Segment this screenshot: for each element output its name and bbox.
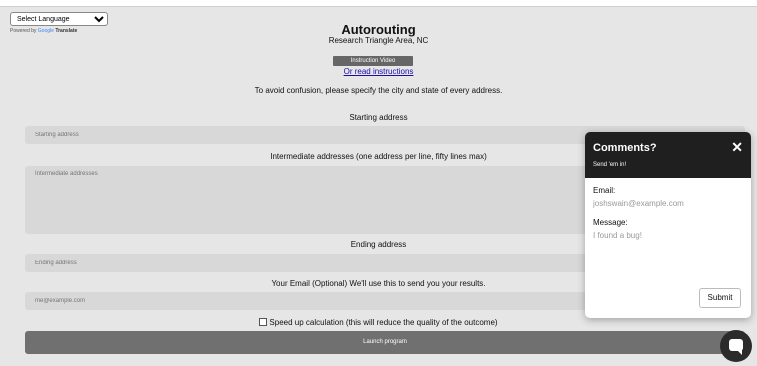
close-icon[interactable]: ✕	[731, 139, 743, 156]
comments-subtitle: Send 'em in!	[593, 162, 627, 168]
comments-message-field[interactable]: I found a bug!	[593, 231, 642, 240]
launch-program-button[interactable]: Launch program	[25, 331, 745, 354]
speedup-checkbox[interactable]	[259, 318, 268, 326]
read-instructions-link[interactable]: Or read instructions	[0, 67, 757, 76]
instruction-video-button[interactable]: Instruction Video	[333, 56, 413, 66]
page-subtitle: Research Triangle Area, NC	[328, 36, 429, 45]
comments-popup: Comments? Send 'em in! ✕ Email: joshswai…	[585, 132, 751, 318]
comments-message-label: Message:	[593, 218, 628, 227]
speedup-label: Speed up calculation (this will reduce t…	[269, 318, 498, 327]
comments-email-label: Email:	[593, 186, 616, 195]
top-bar	[0, 0, 757, 7]
comments-email-field[interactable]: joshswain@example.com	[593, 199, 684, 208]
submit-button[interactable]: Submit	[699, 288, 741, 308]
comments-title: Comments?	[593, 142, 657, 154]
page-title: Autorouting	[341, 22, 416, 37]
speedup-row: Speed up calculation (this will reduce t…	[0, 318, 757, 327]
address-note: To avoid confusion, please specify the c…	[254, 86, 503, 95]
chat-bubble-tail	[737, 350, 742, 355]
chat-bubble-icon[interactable]	[720, 330, 752, 362]
comments-header: Comments? Send 'em in! ✕	[585, 132, 751, 178]
starting-address-label: Starting address	[349, 113, 408, 122]
